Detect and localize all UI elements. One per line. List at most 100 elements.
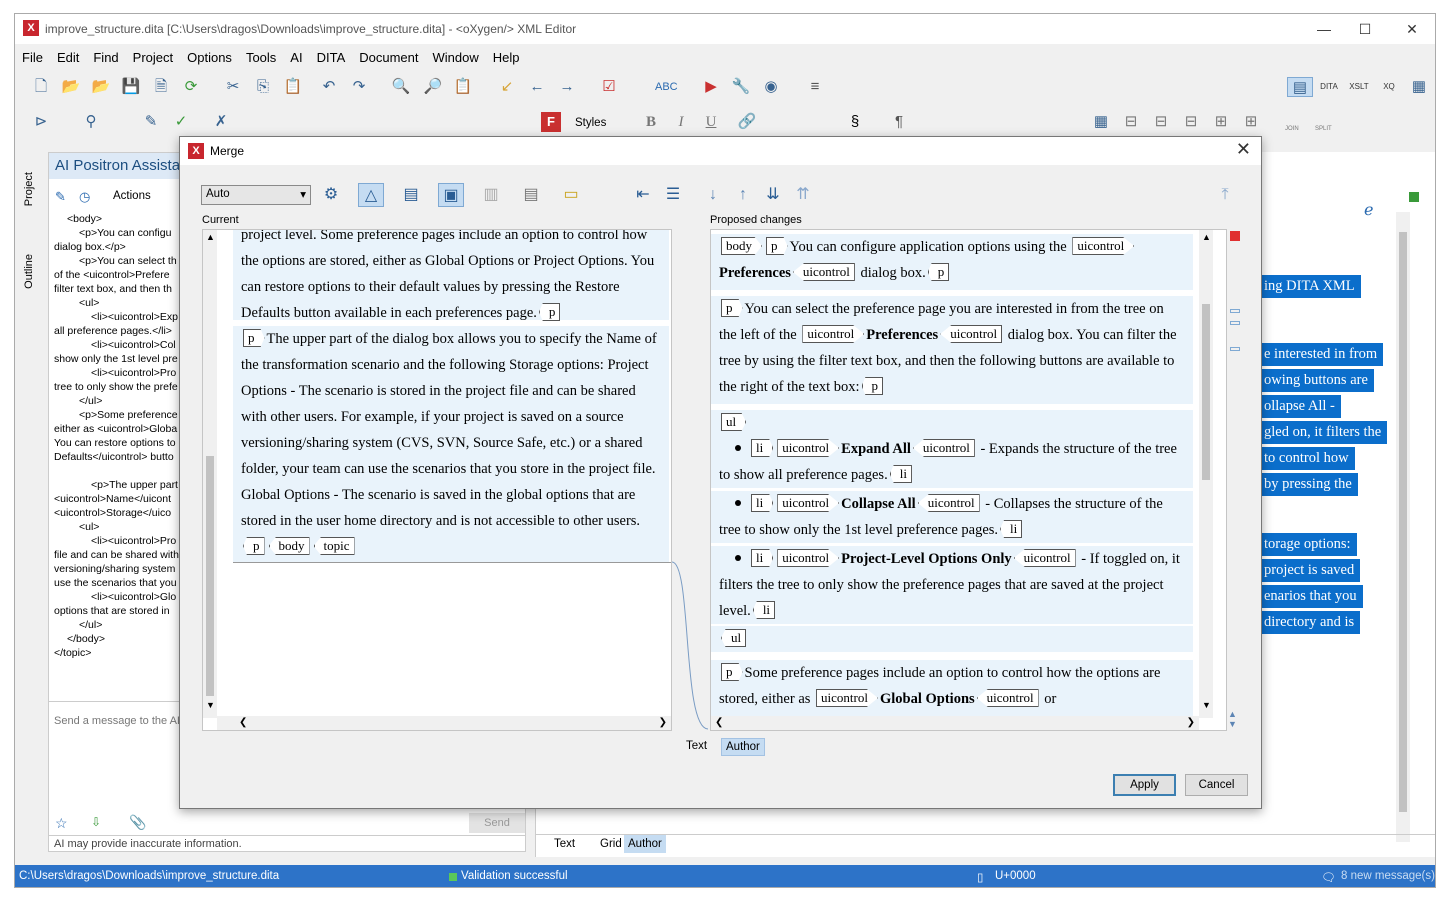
three-way-icon[interactable]: △ (358, 183, 384, 207)
reload-icon[interactable]: ⟳ (181, 77, 201, 97)
open-folder-icon[interactable]: 📂 (61, 77, 81, 97)
history-icon[interactable]: ◷ (79, 189, 90, 205)
paste-icon[interactable]: 📋 (283, 77, 303, 97)
editor-tab-author[interactable]: Author (624, 835, 666, 853)
insert-row-icon[interactable]: ⊟ (1121, 112, 1141, 132)
bold-icon[interactable]: B (641, 112, 661, 132)
menu-help[interactable]: Help (486, 48, 527, 68)
settings-gear-icon[interactable]: ⚙ (318, 183, 344, 207)
menu-window[interactable]: Window (426, 48, 486, 68)
apply-button[interactable]: Apply (1113, 774, 1176, 796)
underline-icon[interactable]: U (701, 112, 721, 132)
maximize-icon[interactable]: ☐ (1350, 19, 1380, 39)
copy-icon[interactable]: ⎘ (253, 77, 273, 97)
italic-icon[interactable]: I (671, 112, 691, 132)
copy-left-icon[interactable]: ⇤ (630, 183, 656, 207)
save-all-icon[interactable]: 🗎 (151, 77, 171, 97)
first-change-icon[interactable]: ⇈ (790, 183, 816, 207)
editor-scrollbar[interactable] (1396, 212, 1410, 842)
open-url-icon[interactable]: 📂 (91, 77, 111, 97)
insert-element-icon[interactable]: ⊳ (31, 112, 51, 132)
previous-change-icon[interactable]: ↑ (730, 183, 756, 207)
save-icon[interactable]: 💾 (121, 77, 141, 97)
undo-icon[interactable]: ↶ (319, 77, 339, 97)
previous-icon[interactable]: ← (527, 77, 547, 97)
current-pane[interactable]: ▲ ▼ project level. Some preference pages… (202, 229, 672, 731)
scroll-up-icon[interactable]: ▲ (1202, 232, 1211, 242)
highlight-icon[interactable]: ▭ (558, 183, 584, 207)
messages-status[interactable]: 8 new message(s) (1341, 870, 1435, 882)
scroll-left-icon[interactable]: ❮ (715, 717, 723, 728)
send-button[interactable]: Send (469, 813, 525, 833)
back-icon[interactable]: ↙ (497, 77, 517, 97)
menu-dita[interactable]: DITA (310, 48, 353, 68)
menu-document[interactable]: Document (352, 48, 425, 68)
change-marker[interactable] (1230, 347, 1240, 351)
tracking-icon[interactable]: ✎ (141, 112, 161, 132)
accept-current-icon[interactable]: ▥ (478, 183, 504, 207)
menu-file[interactable]: File (15, 48, 50, 68)
filter-icon[interactable]: ⚲ (81, 112, 101, 132)
next-change-icon[interactable]: ↓ (700, 183, 726, 207)
perspective-editor-icon[interactable]: ▤ (1287, 77, 1313, 97)
edit-icon[interactable]: ✎ (55, 189, 66, 205)
ai-message-input[interactable]: Send a message to the AI (54, 715, 180, 727)
prev-next-marker-icon[interactable]: ▲ ▼ (1228, 709, 1237, 729)
section-icon[interactable]: § (845, 112, 865, 132)
menu-find[interactable]: Find (86, 48, 125, 68)
perspective-xquery-icon[interactable]: XQ (1379, 77, 1399, 97)
next-icon[interactable]: → (557, 77, 577, 97)
editor-tab-text[interactable]: Text (554, 838, 575, 850)
perspective-dita-icon[interactable]: DITA (1319, 77, 1339, 97)
split-cell-icon[interactable]: SPLIT (1315, 126, 1332, 132)
last-change-icon[interactable]: ⇊ (760, 183, 786, 207)
messages-icon[interactable]: 🗨 (1321, 870, 1336, 884)
tab-project[interactable]: Project (23, 172, 35, 206)
styles-dropdown[interactable]: Styles (575, 117, 606, 129)
next-conflict-icon[interactable]: ▤ (398, 183, 424, 207)
close-icon[interactable]: ✕ (1397, 19, 1427, 39)
insert-column-icon[interactable]: ⊞ (1211, 112, 1231, 132)
paperclip-icon[interactable]: 📎 (129, 814, 146, 831)
dialog-tab-author[interactable]: Author (721, 738, 765, 756)
debug-icon[interactable]: ◉ (761, 77, 781, 97)
show-changes-icon[interactable]: ▣ (438, 183, 464, 207)
change-marker[interactable] (1230, 309, 1240, 313)
accept-change-icon[interactable]: ✓ (171, 112, 191, 132)
copy-all-left-icon[interactable]: ☰ (660, 183, 686, 207)
new-file-icon[interactable]: 🗋 (31, 77, 51, 97)
validate-icon[interactable]: ☑ (599, 77, 619, 97)
paragraph-icon[interactable]: ¶ (889, 112, 909, 132)
close-icon[interactable]: ✕ (1236, 139, 1251, 160)
menu-options[interactable]: Options (180, 48, 239, 68)
proposed-vertical-scrollbar[interactable]: ▲ ▼ (1199, 230, 1213, 718)
change-marker[interactable] (1230, 321, 1240, 325)
find-in-files-icon[interactable]: 🔎 (423, 77, 443, 97)
perspective-xslt-icon[interactable]: XSLT (1349, 77, 1369, 97)
collapse-icon[interactable]: ⤒ (1212, 183, 1238, 207)
actions-menu[interactable]: Actions (113, 190, 151, 202)
cancel-button[interactable]: Cancel (1185, 774, 1248, 796)
spellcheck-icon[interactable]: ABC (655, 77, 678, 97)
menu-edit[interactable]: Edit (50, 48, 86, 68)
favorites-icon[interactable]: ☆ (55, 815, 68, 832)
find-icon[interactable]: 🔍 (391, 77, 411, 97)
cut-icon[interactable]: ✂ (223, 77, 243, 97)
menu-ai[interactable]: AI (283, 48, 309, 68)
apply-transformation-icon[interactable]: ▶ (701, 77, 721, 97)
scroll-right-icon[interactable]: ❯ (659, 717, 667, 728)
editor-tab-grid[interactable]: Grid (600, 838, 622, 850)
table-icon[interactable]: ▦ (1091, 112, 1111, 132)
insert-row-after-icon[interactable]: ⊟ (1151, 112, 1171, 132)
replace-icon[interactable]: 📋 (453, 77, 473, 97)
conflict-marker[interactable] (1230, 231, 1240, 241)
scroll-down-icon[interactable]: ▼ (206, 700, 215, 710)
minimize-icon[interactable]: — (1309, 19, 1339, 39)
accept-proposed-icon[interactable]: ▤ (518, 183, 544, 207)
attach-context-icon[interactable]: ⇩ (91, 815, 101, 829)
menu-project[interactable]: Project (126, 48, 180, 68)
tab-outline[interactable]: Outline (23, 254, 35, 289)
link-icon[interactable]: 🔗 (737, 112, 757, 132)
reject-change-icon[interactable]: ✗ (211, 112, 231, 132)
delete-column-icon[interactable]: ⊞ (1241, 112, 1261, 132)
